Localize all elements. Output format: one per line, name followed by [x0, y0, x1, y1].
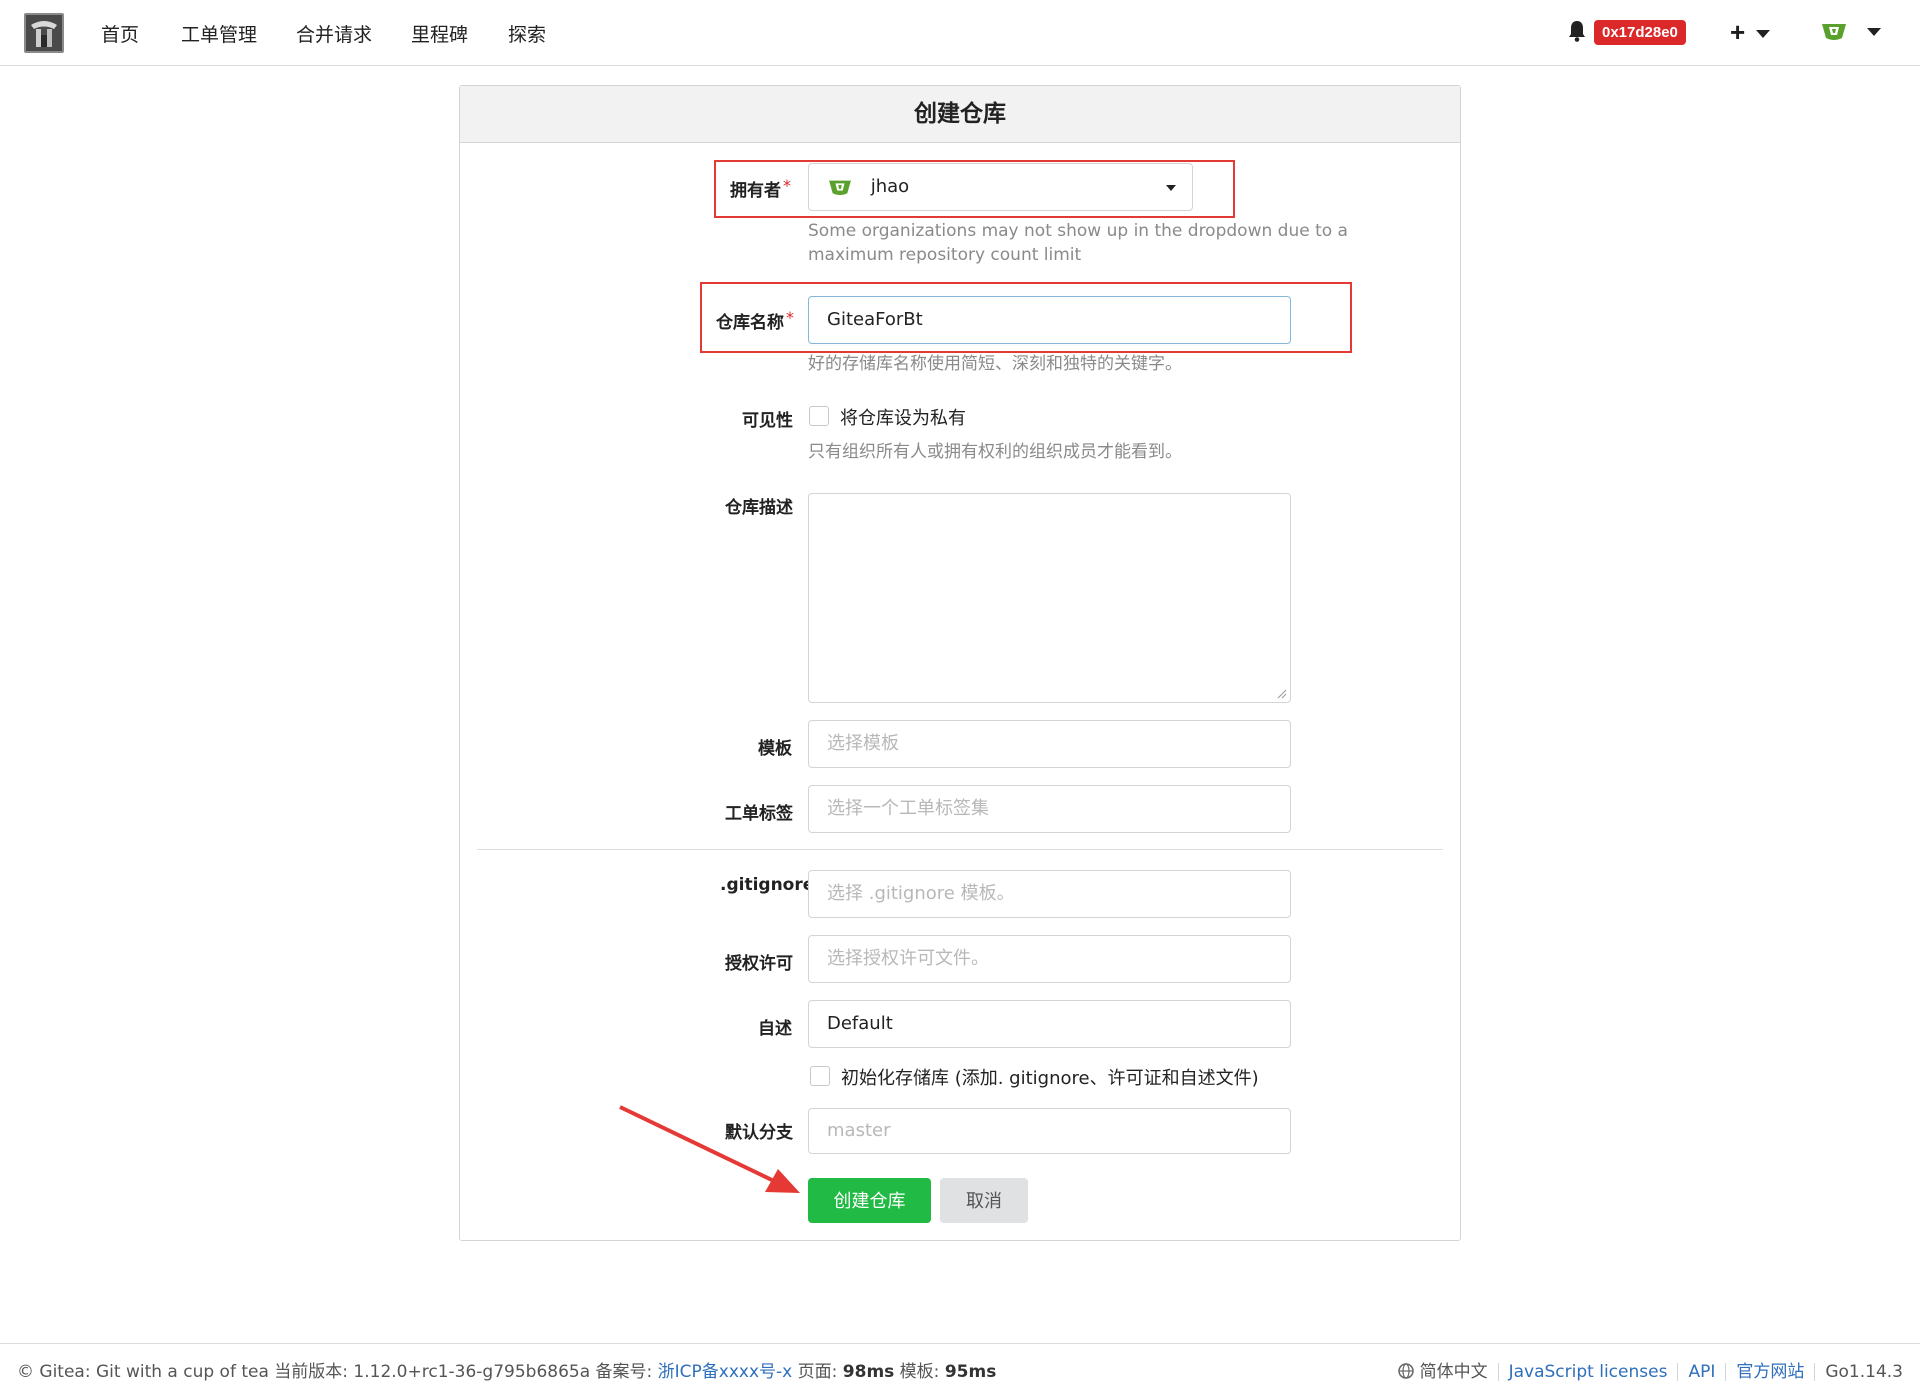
repo-name-label: 仓库名称 * [716, 308, 794, 333]
default-branch-placeholder: master [827, 1120, 891, 1141]
repo-name-value: GiteaForBt [827, 309, 923, 330]
annotation-arrow [619, 1105, 800, 1193]
create-repo-button[interactable]: 创建仓库 [808, 1178, 931, 1223]
auto-init-label: 初始化存储库 (添加. gitignore、许可证和自述文件) [841, 1068, 1259, 1089]
footer-divider [1725, 1363, 1727, 1381]
visibility-help: 只有组织所有人或拥有权利的组织成员才能看到。 [808, 442, 1182, 462]
language-selector[interactable]: 简体中文 [1420, 1362, 1488, 1382]
footer-version-text: © Gitea: Git with a cup of tea 当前版本: 1.1… [17, 1362, 658, 1382]
owner-help: Some organizations may not show up in th… [808, 221, 1348, 265]
gitignore-label: .gitignore [720, 875, 815, 895]
chevron-down-icon [1166, 185, 1176, 191]
default-branch-input[interactable]: master [808, 1108, 1291, 1154]
chevron-down-icon [1756, 30, 1771, 39]
globe-icon [1397, 1363, 1414, 1379]
notification-badge[interactable]: 0x17d28e0 [1594, 20, 1686, 45]
readme-label: 自述 [758, 1019, 792, 1039]
icp-link[interactable]: 浙ICP备xxxx号-x [658, 1362, 793, 1382]
footer: © Gitea: Git with a cup of tea 当前版本: 1.1… [0, 1343, 1920, 1393]
issue-labels-dropdown[interactable]: 选择一个工单标签集 [808, 785, 1291, 833]
chevron-down-icon [1866, 28, 1881, 36]
user-avatar [1822, 24, 1846, 40]
user-menu[interactable] [1820, 20, 1881, 47]
footer-right: 简体中文 JavaScript licenses API 官方网站 Go1.14.3 [1397, 1357, 1903, 1382]
nav-pull-requests[interactable]: 合并请求 [296, 20, 372, 47]
template-dropdown[interactable]: 选择模板 [808, 720, 1291, 768]
page-time: 98ms [842, 1362, 895, 1382]
form-divider [477, 849, 1443, 850]
owner-label: 拥有者 * [730, 176, 791, 201]
gitea-logo[interactable] [24, 13, 64, 53]
template-placeholder: 选择模板 [827, 733, 899, 754]
owner-avatar [829, 180, 851, 196]
license-label: 授权许可 [725, 954, 793, 974]
gitignore-placeholder: 选择 .gitignore 模板。 [827, 883, 1015, 904]
plus-icon: + [1730, 17, 1746, 47]
nav-home[interactable]: 首页 [101, 20, 139, 47]
template-time: 95ms [944, 1362, 997, 1382]
owner-value: jhao [870, 176, 910, 197]
js-licenses-link[interactable]: JavaScript licenses [1509, 1362, 1668, 1382]
cancel-button[interactable]: 取消 [940, 1178, 1028, 1223]
repo-name-input[interactable]: GiteaForBt [808, 296, 1291, 344]
nav-explore[interactable]: 探索 [508, 20, 546, 47]
private-checkbox-label: 将仓库设为私有 [840, 408, 966, 429]
footer-divider [1814, 1363, 1816, 1381]
create-new-menu[interactable]: + [1730, 17, 1771, 47]
template-label: 模板 [758, 739, 792, 759]
api-link[interactable]: API [1688, 1362, 1715, 1382]
visibility-label: 可见性 [742, 411, 793, 431]
description-textarea[interactable] [808, 493, 1291, 703]
footer-divider [1497, 1363, 1499, 1381]
readme-dropdown[interactable]: Default [808, 1000, 1291, 1048]
gitignore-dropdown[interactable]: 选择 .gitignore 模板。 [808, 870, 1291, 918]
owner-dropdown[interactable]: jhao [808, 163, 1193, 211]
resize-handle-icon[interactable] [1277, 689, 1287, 699]
issue-labels-placeholder: 选择一个工单标签集 [827, 798, 989, 819]
license-placeholder: 选择授权许可文件。 [827, 948, 989, 969]
footer-left: © Gitea: Git with a cup of tea 当前版本: 1.1… [17, 1357, 996, 1382]
bell-icon[interactable] [1568, 20, 1586, 47]
footer-divider [1677, 1363, 1679, 1381]
template-time-label: 模板: [894, 1362, 945, 1382]
repo-name-help: 好的存储库名称使用简短、深刻和独特的关键字。 [808, 354, 1182, 374]
private-checkbox[interactable] [809, 406, 829, 426]
go-version: Go1.14.3 [1825, 1362, 1903, 1382]
auto-init-checkbox[interactable] [810, 1066, 830, 1086]
license-dropdown[interactable]: 选择授权许可文件。 [808, 935, 1291, 983]
nav-issues[interactable]: 工单管理 [181, 20, 257, 47]
description-label: 仓库描述 [725, 498, 793, 518]
nav-milestones[interactable]: 里程碑 [411, 20, 468, 47]
create-repo-form: 创建仓库 拥有者 * jhao Some organizations may no… [459, 85, 1461, 1241]
website-link[interactable]: 官方网站 [1736, 1362, 1804, 1382]
page-time-label: 页面: [792, 1362, 843, 1382]
top-navbar: 首页 工单管理 合并请求 里程碑 探索 0x17d28e0 + [0, 0, 1920, 66]
form-title: 创建仓库 [460, 86, 1460, 143]
readme-value: Default [827, 1013, 893, 1034]
issue-labels-label: 工单标签 [725, 804, 793, 824]
